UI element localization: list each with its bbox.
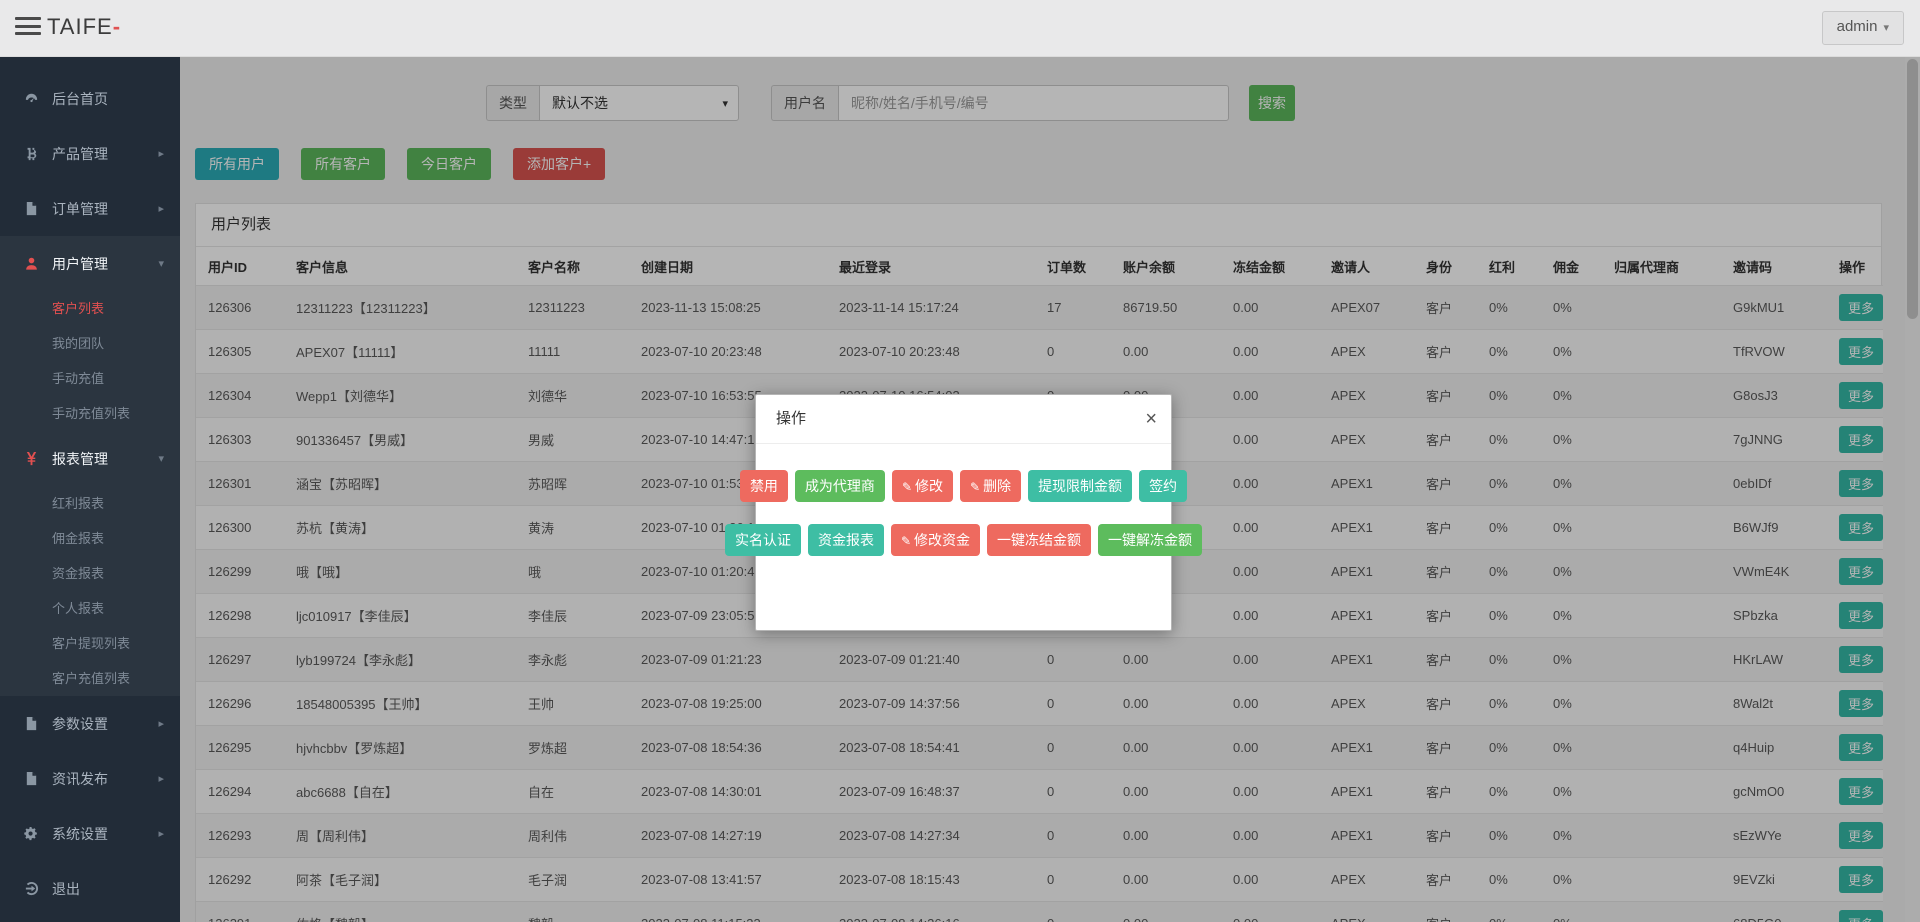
sidebar-item-label: 订单管理 — [52, 199, 108, 219]
sidebar-item-产品管理[interactable]: 产品管理 ▸ — [0, 126, 180, 181]
sidebar-subitem-红利报表[interactable]: 红利报表 — [0, 486, 180, 521]
chevron-right-icon: ▸ — [158, 827, 164, 840]
gear-icon — [22, 826, 40, 841]
chevron-down-icon: ▾ — [158, 452, 164, 465]
chevron-down-icon: ▾ — [1883, 22, 1889, 34]
gauge-icon — [22, 91, 40, 106]
user-icon — [22, 256, 40, 271]
pencil-icon: ✎ — [901, 534, 911, 548]
sidebar-item-label: 参数设置 — [52, 714, 108, 734]
sidebar-item-用户管理[interactable]: 用户管理 ▾ — [0, 236, 180, 291]
user-menu-button[interactable]: admin▾ — [1822, 11, 1904, 45]
sidebar: 后台首页产品管理▸订单管理▸用户管理▾客户列表我的团队手动充值手动充值列表报表管… — [0, 57, 180, 922]
file-icon — [22, 201, 40, 216]
sidebar-item-资讯发布[interactable]: 资讯发布 ▸ — [0, 751, 180, 806]
sidebar-group: 后台首页 — [0, 71, 180, 126]
modal-button-资金报表[interactable]: 资金报表 — [808, 524, 884, 556]
modal-button-签约[interactable]: 签约 — [1139, 470, 1187, 502]
modal-button-row: 实名认证资金报表✎修改资金一键冻结金额一键解冻金额 — [756, 524, 1171, 556]
bitcoin-icon — [22, 146, 40, 161]
chevron-right-icon: ▸ — [158, 772, 164, 785]
sidebar-group: 报表管理 ▾ 红利报表佣金报表资金报表个人报表客户提现列表客户充值列表 — [0, 431, 180, 696]
modal-body: 禁用成为代理商✎修改✎删除提现限制金额签约实名认证资金报表✎修改资金一键冻结金额… — [756, 444, 1171, 556]
modal-button-实名认证[interactable]: 实名认证 — [725, 524, 801, 556]
modal-button-一键解冻金额[interactable]: 一键解冻金额 — [1098, 524, 1202, 556]
sidebar-subitem-资金报表[interactable]: 资金报表 — [0, 556, 180, 591]
pencil-icon: ✎ — [902, 480, 912, 494]
sidebar-subitem-客户列表[interactable]: 客户列表 — [0, 291, 180, 326]
modal-button-禁用[interactable]: 禁用 — [740, 470, 788, 502]
main-content: 类型 默认不选 ▾ 用户名 搜索 所有用户所有客户今日客户添加客户+ 用户列表 … — [180, 57, 1920, 922]
sidebar-item-后台首页[interactable]: 后台首页 — [0, 71, 180, 126]
close-icon[interactable]: × — [1145, 395, 1157, 443]
chevron-right-icon: ▸ — [158, 717, 164, 730]
chevron-right-icon: ▸ — [158, 202, 164, 215]
sidebar-item-label: 产品管理 — [52, 144, 108, 164]
logout-icon — [22, 881, 40, 896]
sidebar-subitem-个人报表[interactable]: 个人报表 — [0, 591, 180, 626]
sidebar-item-报表管理[interactable]: 报表管理 ▾ — [0, 431, 180, 486]
page: TAIFE- admin▾ 后台首页产品管理 ▸ 订单管理 ▸ 用户管理 ▾ 客户列表我的团… — [0, 0, 1920, 922]
modal-button-提现限制金额[interactable]: 提现限制金额 — [1028, 470, 1132, 502]
sidebar-subitem-手动充值[interactable]: 手动充值 — [0, 361, 180, 396]
pencil-icon: ✎ — [970, 480, 980, 494]
brand-logo: TAIFE- — [47, 14, 121, 40]
modal-button-成为代理商[interactable]: 成为代理商 — [795, 470, 885, 502]
sidebar-item-label: 资讯发布 — [52, 769, 108, 789]
operations-modal: 操作 × 禁用成为代理商✎修改✎删除提现限制金额签约实名认证资金报表✎修改资金一… — [755, 394, 1172, 631]
yen-icon — [22, 451, 40, 466]
sidebar-group: 资讯发布 ▸ — [0, 751, 180, 806]
modal-button-修改资金[interactable]: ✎修改资金 — [891, 524, 980, 556]
sidebar-item-订单管理[interactable]: 订单管理 ▸ — [0, 181, 180, 236]
sidebar-item-label: 退出 — [52, 879, 80, 899]
sidebar-group: 退出 — [0, 861, 180, 916]
sidebar-group: 用户管理 ▾ 客户列表我的团队手动充值手动充值列表 — [0, 236, 180, 431]
sidebar-group: 参数设置 ▸ — [0, 696, 180, 751]
sidebar-item-参数设置[interactable]: 参数设置 ▸ — [0, 696, 180, 751]
modal-button-修改[interactable]: ✎修改 — [892, 470, 953, 502]
sidebar-subitem-佣金报表[interactable]: 佣金报表 — [0, 521, 180, 556]
menu-toggle-icon[interactable] — [15, 17, 41, 39]
sidebar-group: 产品管理 ▸ — [0, 126, 180, 181]
top-bar: TAIFE- admin▾ — [0, 0, 1920, 57]
sidebar-item-退出[interactable]: 退出 — [0, 861, 180, 916]
sidebar-item-label: 后台首页 — [52, 89, 108, 109]
sidebar-item-label: 用户管理 — [52, 254, 108, 274]
modal-button-一键冻结金额[interactable]: 一键冻结金额 — [987, 524, 1091, 556]
sidebar-item-label: 报表管理 — [52, 449, 108, 469]
modal-button-删除[interactable]: ✎删除 — [960, 470, 1021, 502]
modal-button-row: 禁用成为代理商✎修改✎删除提现限制金额签约 — [756, 470, 1171, 502]
sidebar-item-系统设置[interactable]: 系统设置 ▸ — [0, 806, 180, 861]
modal-header: 操作 × — [756, 395, 1171, 444]
sidebar-group: 系统设置 ▸ — [0, 806, 180, 861]
sidebar-subitem-客户提现列表[interactable]: 客户提现列表 — [0, 626, 180, 661]
chevron-right-icon: ▸ — [158, 147, 164, 160]
sidebar-item-label: 系统设置 — [52, 824, 108, 844]
sidebar-group: 订单管理 ▸ — [0, 181, 180, 236]
sidebar-subitem-我的团队[interactable]: 我的团队 — [0, 326, 180, 361]
chevron-down-icon: ▾ — [158, 257, 164, 270]
sidebar-subitem-客户充值列表[interactable]: 客户充值列表 — [0, 661, 180, 696]
sidebar-subitem-手动充值列表[interactable]: 手动充值列表 — [0, 396, 180, 431]
modal-title: 操作 — [776, 410, 806, 427]
file-icon — [22, 771, 40, 786]
file-icon — [22, 716, 40, 731]
